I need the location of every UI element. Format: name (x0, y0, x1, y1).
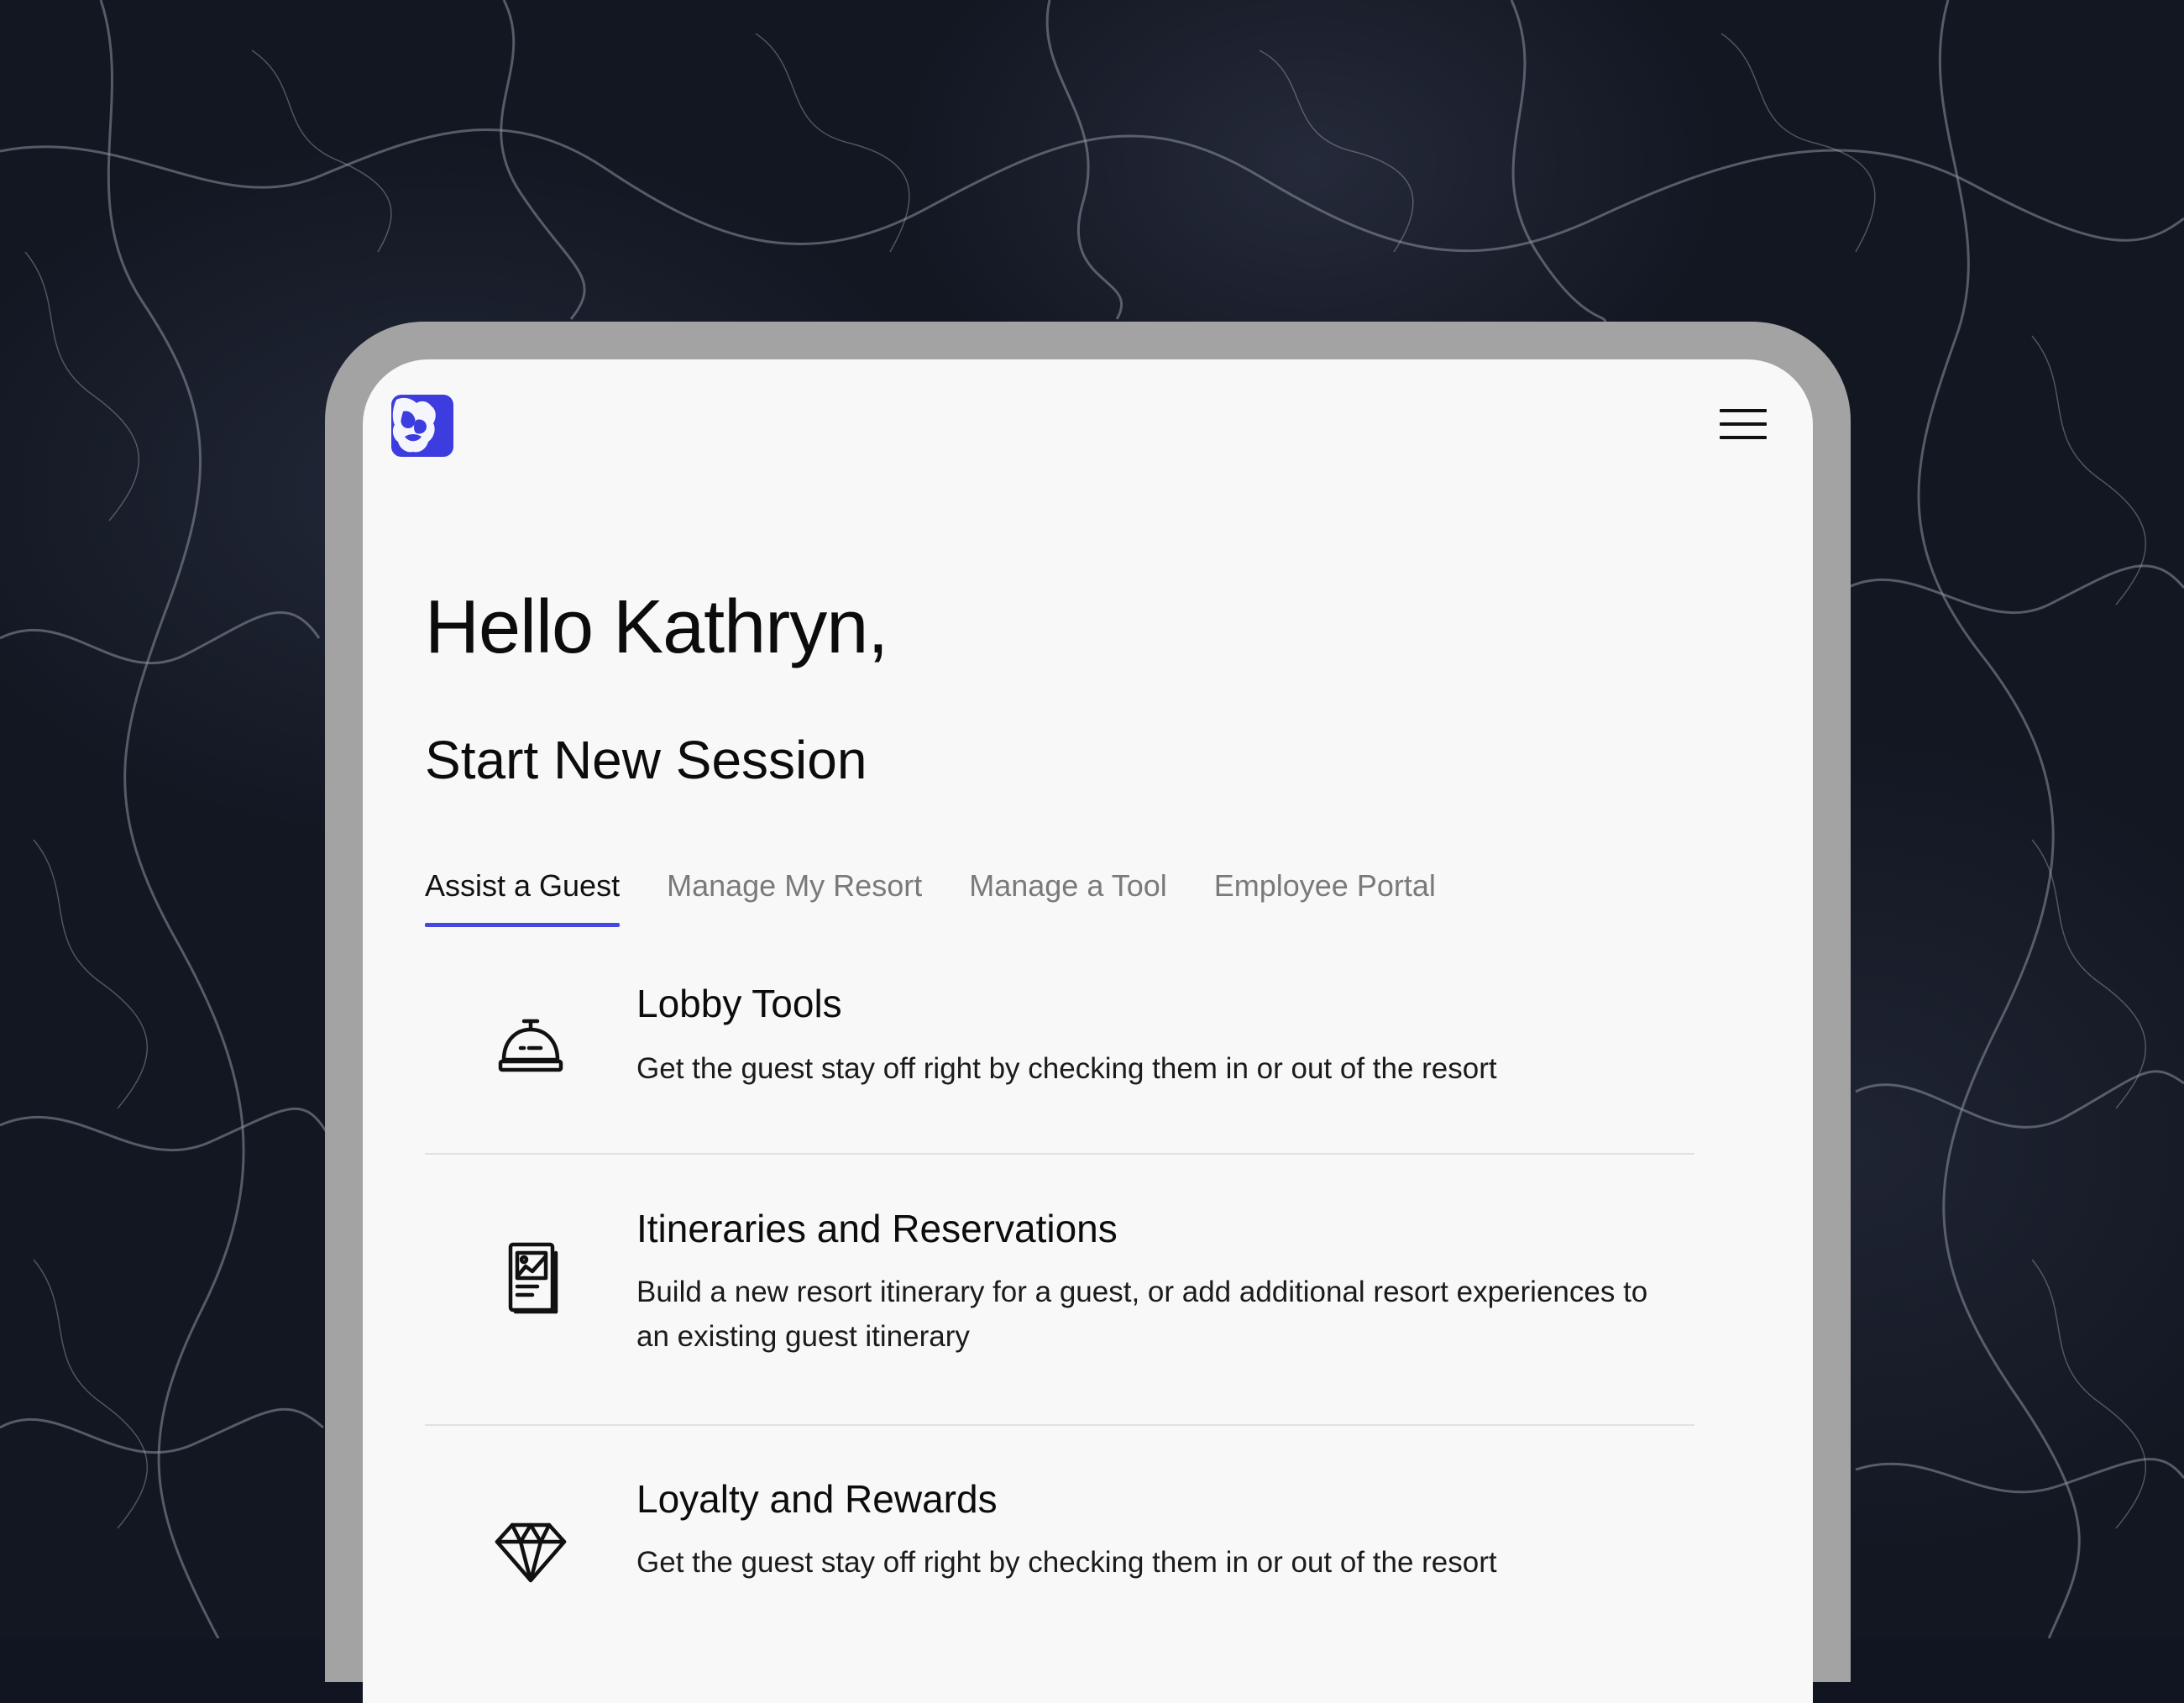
option-lobby-tools[interactable]: Lobby Tools Get the guest stay off right… (425, 981, 1694, 1149)
itinerary-document-icon (492, 1239, 569, 1317)
active-tab-indicator (425, 923, 621, 927)
divider (425, 1424, 1694, 1426)
option-description: Get the guest stay off right by checking… (636, 1546, 1497, 1579)
session-tabs: Assist a Guest Manage My Resort Manage a… (425, 868, 1483, 927)
tab-manage-a-tool[interactable]: Manage a Tool (969, 868, 1167, 927)
diamond-icon (492, 1513, 569, 1590)
tab-employee-portal[interactable]: Employee Portal (1214, 868, 1436, 927)
menu-line (1720, 436, 1767, 439)
tab-label: Assist a Guest (425, 868, 621, 903)
option-itineraries-and-reservations[interactable]: Itineraries and Reservations Build a new… (425, 1206, 1694, 1416)
option-title: Itineraries and Reservations (636, 1207, 1118, 1250)
option-description: Get the guest stay off right by checking… (636, 1052, 1497, 1085)
option-title: Loyalty and Rewards (636, 1477, 998, 1521)
option-loyalty-and-rewards[interactable]: Loyalty and Rewards Get the guest stay o… (425, 1476, 1694, 1644)
option-description: Build a new resort itinerary for a guest… (636, 1276, 1648, 1353)
menu-line (1720, 409, 1767, 412)
tab-label: Employee Portal (1213, 868, 1436, 903)
service-bell-icon (492, 1009, 569, 1087)
option-title: Lobby Tools (636, 982, 842, 1025)
greeting-heading: Hello Kathryn, (425, 585, 888, 669)
tablet-device-frame: Hello Kathryn, Start New Session Assist … (325, 322, 1851, 1703)
tab-label: Manage My Resort (667, 868, 923, 903)
section-title: Start New Session (425, 730, 867, 790)
hamburger-menu-icon[interactable] (1720, 406, 1767, 443)
menu-line (1720, 422, 1767, 426)
tab-label: Manage a Tool (969, 868, 1167, 903)
tab-manage-my-resort[interactable]: Manage My Resort (667, 868, 922, 927)
tab-assist-a-guest[interactable]: Assist a Guest (425, 868, 621, 927)
lion-head-logo-icon[interactable] (391, 395, 453, 457)
tablet-screen: Hello Kathryn, Start New Session Assist … (363, 359, 1813, 1703)
divider (425, 1153, 1694, 1155)
